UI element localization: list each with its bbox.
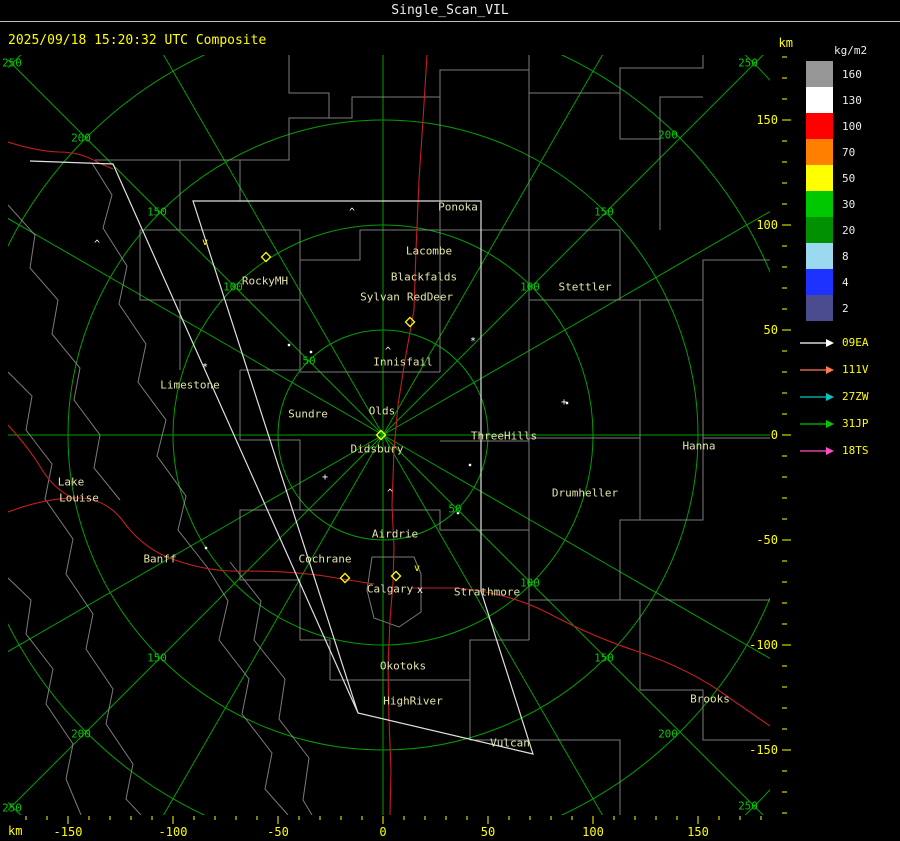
legend-entry: 70 <box>798 139 898 165</box>
legend-value: 4 <box>842 275 849 289</box>
legend-value: 100 <box>842 119 862 133</box>
legend-units-label: kg/m2 <box>834 44 868 57</box>
legend-entry: 8 <box>798 243 898 269</box>
legend-value: 130 <box>842 93 862 107</box>
radar-scan-outline <box>29 160 534 755</box>
azimuth-spoke <box>8 434 384 653</box>
legend-swatch <box>806 61 833 87</box>
station-diamond-marker <box>404 316 416 328</box>
legend-value: 70 <box>842 145 856 159</box>
legend-entry: 20 <box>798 217 898 243</box>
azimuth-spoke <box>163 434 384 815</box>
dot-marker <box>468 463 472 467</box>
site-id-label: 09EA <box>842 336 869 349</box>
radar-map-canvas[interactable] <box>0 0 900 841</box>
azimuth-spoke <box>8 217 384 436</box>
dot-marker <box>565 401 569 405</box>
legend-swatch <box>806 191 833 217</box>
site-id-label: 31JP <box>842 417 869 430</box>
site-arrow-icon <box>800 446 834 455</box>
legend-swatch <box>806 243 833 269</box>
dot-marker <box>287 343 291 347</box>
site-legend-entry: 31JP <box>798 410 898 437</box>
station-markers <box>204 251 569 584</box>
dot-marker <box>204 546 208 550</box>
legend-value: 50 <box>842 171 856 185</box>
range-ring <box>8 55 770 815</box>
legend-swatch <box>806 217 833 243</box>
site-arrow-icon <box>800 338 834 347</box>
boundary-line-calgary <box>366 556 422 628</box>
dot-marker <box>309 350 313 354</box>
legend-entry: 2 <box>798 295 898 321</box>
site-id-label: 111V <box>842 363 869 376</box>
legend-swatch <box>806 87 833 113</box>
vil-legend: kg/m2 160 130 100 70 50 30 20 8 4 2 09EA 111V 27ZW 3… <box>798 44 898 464</box>
legend-color-scale: 160 130 100 70 50 30 20 8 4 2 <box>798 61 898 321</box>
legend-entry: 4 <box>798 269 898 295</box>
scan-outline-segment <box>29 160 534 755</box>
azimuth-spoke <box>382 434 770 660</box>
boundary-line <box>180 93 770 530</box>
legend-swatch <box>806 139 833 165</box>
site-id-label: 18TS <box>842 444 869 457</box>
legend-entry: 160 <box>798 61 898 87</box>
legend-entry: 50 <box>798 165 898 191</box>
legend-swatch <box>806 269 833 295</box>
site-legend-entry: 111V <box>798 356 898 383</box>
legend-value: 30 <box>842 197 856 211</box>
legend-value: 20 <box>842 223 856 237</box>
site-legend-entry: 27ZW <box>798 383 898 410</box>
legend-swatch <box>806 295 833 321</box>
legend-value: 2 <box>842 301 849 315</box>
legend-entry: 100 <box>798 113 898 139</box>
azimuth-spoke <box>8 59 384 436</box>
legend-value: 8 <box>842 249 849 263</box>
site-arrow-icon <box>800 392 834 401</box>
azimuth-spoke <box>8 434 384 811</box>
dot-marker <box>456 511 460 515</box>
single-scan-vil-window: Single_Scan_VIL 2025/09/18 15:20:32 UTC … <box>0 0 900 841</box>
azimuth-spoke <box>382 434 603 815</box>
site-id-label: 27ZW <box>842 390 869 403</box>
legend-entry: 130 <box>798 87 898 113</box>
legend-swatch <box>806 165 833 191</box>
highway-line <box>412 587 770 727</box>
legend-value: 160 <box>842 67 862 81</box>
site-arrow-icon <box>800 365 834 374</box>
legend-entry: 30 <box>798 191 898 217</box>
range-ring <box>8 55 770 815</box>
azimuth-spoke <box>163 55 384 436</box>
highway-line <box>8 424 72 498</box>
boundary-line <box>330 519 770 815</box>
axis-ticks <box>25 56 791 824</box>
boundary-line <box>95 55 704 372</box>
site-legend-entry: 09EA <box>798 329 898 356</box>
azimuth-spoke <box>382 434 764 815</box>
station-diamond-marker <box>339 572 351 584</box>
legend-swatch <box>806 113 833 139</box>
site-arrow-icon <box>800 419 834 428</box>
highway-line <box>8 141 114 170</box>
radar-site-legend: 09EA 111V 27ZW 31JP 18TS <box>798 329 898 464</box>
range-rings-and-spokes <box>8 55 770 815</box>
site-legend-entry: 18TS <box>798 437 898 464</box>
highway-line <box>8 497 375 585</box>
